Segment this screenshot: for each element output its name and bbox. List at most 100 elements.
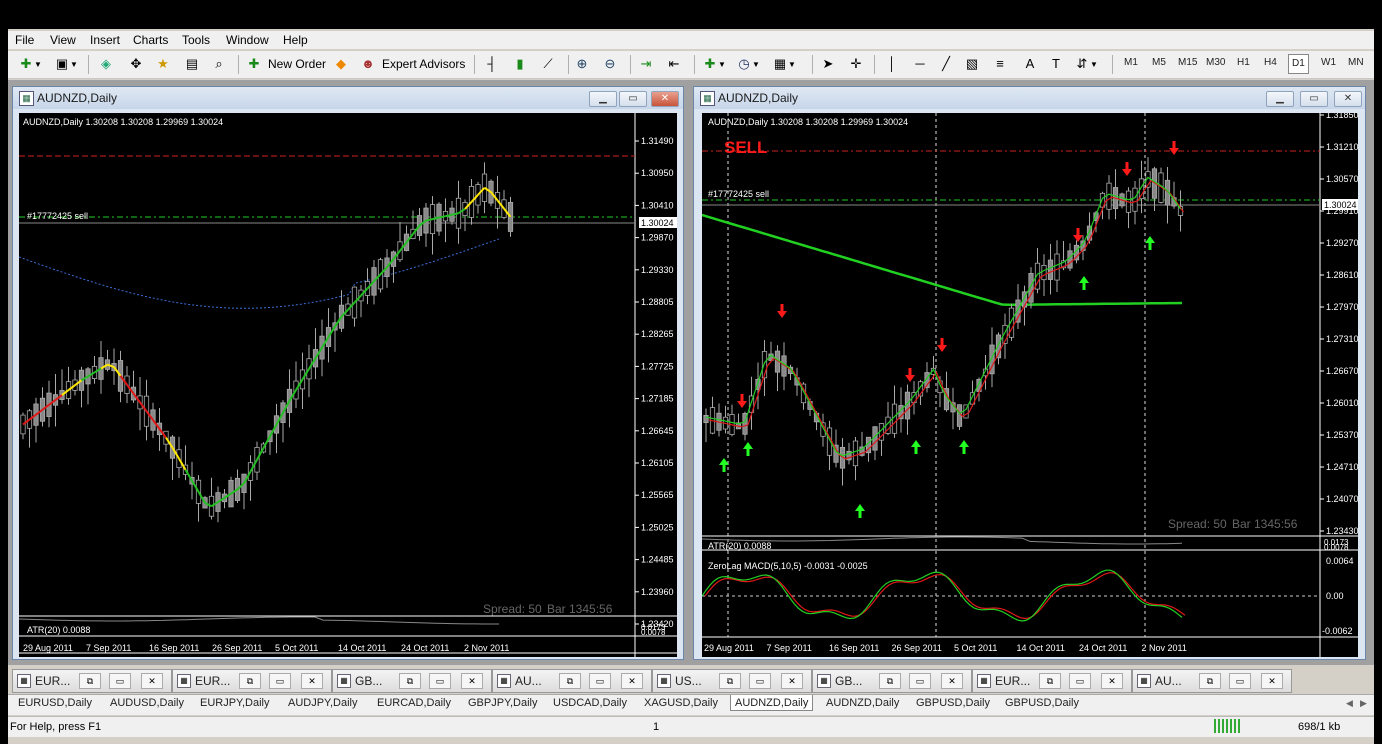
close-button[interactable]: ✕ <box>1101 673 1123 689</box>
menu-tools[interactable]: Tools <box>182 33 210 47</box>
menu-view[interactable]: View <box>50 33 76 47</box>
symbol-tab[interactable]: XAGUSD,Daily <box>644 697 718 709</box>
maximize-button[interactable]: ▭ <box>429 673 451 689</box>
window-tab[interactable]: ▦ AU... ⧉ ▭ ✕ <box>1132 669 1292 693</box>
close-button[interactable]: ✕ <box>651 91 679 107</box>
new-chart-button[interactable]: ✚ ▼ <box>18 54 42 74</box>
chart-canvas-left[interactable]: 1.31490 1.30950 1.30410 1.29870 1.29330 1.288… <box>19 113 677 657</box>
window-tab[interactable]: ▦ EUR... ⧉ ▭ ✕ <box>172 669 332 693</box>
label-button[interactable]: T <box>1048 54 1064 74</box>
zoom-out-button[interactable]: ⊖ <box>602 54 618 74</box>
window-tab[interactable]: ▦ GB... ⧉ ▭ ✕ <box>332 669 492 693</box>
bar-chart-button[interactable]: ┤ <box>484 54 500 74</box>
terminal-button[interactable]: ▤ <box>184 54 200 74</box>
expert-advisors-button[interactable]: ☻ Expert Advisors <box>360 54 465 74</box>
symbol-tab[interactable]: EURCAD,Daily <box>377 697 451 709</box>
menu-charts[interactable]: Charts <box>133 33 168 47</box>
menu-insert[interactable]: Insert <box>90 33 120 47</box>
restore-button[interactable]: ⧉ <box>399 673 421 689</box>
tester-button[interactable]: ⌕ <box>211 54 227 74</box>
window-tab[interactable]: ▦ EUR... ⧉ ▭ ✕ <box>12 669 172 693</box>
maximize-button[interactable]: ▭ <box>589 673 611 689</box>
close-button[interactable]: ✕ <box>621 673 643 689</box>
text-button[interactable]: A <box>1022 54 1038 74</box>
restore-button[interactable]: ⧉ <box>559 673 581 689</box>
tf-h1[interactable]: H1 <box>1237 57 1250 68</box>
restore-button[interactable]: ⧉ <box>719 673 741 689</box>
symbol-tab[interactable]: GBPJPY,Daily <box>468 697 538 709</box>
favorites-button[interactable]: ★ <box>155 54 171 74</box>
fibo-button[interactable]: ≡ <box>992 54 1008 74</box>
window-titlebar[interactable]: ▦ AUDNZD,Daily ▁ ▭ ✕ <box>13 87 683 109</box>
channel-button[interactable]: ▧ <box>964 54 980 74</box>
crosshair-nav-button[interactable]: ✥ <box>128 54 144 74</box>
symbol-tab[interactable]: USDCAD,Daily <box>553 697 627 709</box>
templates-button[interactable]: ▦ ▼ <box>772 54 796 74</box>
maximize-button[interactable]: ▭ <box>1300 91 1328 107</box>
maximize-button[interactable]: ▭ <box>109 673 131 689</box>
tf-h4[interactable]: H4 <box>1264 57 1277 68</box>
chart-window-left[interactable]: ▦ AUDNZD,Daily ▁ ▭ ✕ 1.31490 1.30950 1.304… <box>12 86 684 660</box>
symbol-tab[interactable]: AUDNZD,Daily <box>826 697 899 709</box>
tab-scroll-right[interactable]: ▶ <box>1360 698 1367 709</box>
symbol-tab[interactable]: AUDNZD,Daily <box>730 695 814 711</box>
metaeditor-button[interactable]: ◆ <box>333 54 349 74</box>
window-titlebar[interactable]: ▦ AUDNZD,Daily ▁ ▭ ✕ <box>694 87 1365 109</box>
periods-button[interactable]: ◷ ▼ <box>736 54 760 74</box>
maximize-button[interactable]: ▭ <box>1069 673 1091 689</box>
market-watch-button[interactable]: ◈ <box>98 54 114 74</box>
tf-m30[interactable]: M30 <box>1206 57 1225 68</box>
symbol-tab[interactable]: AUDJPY,Daily <box>288 697 358 709</box>
indicators-button[interactable]: ✚ ▼ <box>702 54 726 74</box>
maximize-button[interactable]: ▭ <box>269 673 291 689</box>
trendline-button[interactable]: ╱ <box>938 54 954 74</box>
maximize-button[interactable]: ▭ <box>1229 673 1251 689</box>
tf-m15[interactable]: M15 <box>1178 57 1197 68</box>
window-tab[interactable]: ▦ EUR... ⧉ ▭ ✕ <box>972 669 1132 693</box>
restore-button[interactable]: ⧉ <box>1199 673 1221 689</box>
close-button[interactable]: ✕ <box>1334 91 1362 107</box>
restore-button[interactable]: ⧉ <box>879 673 901 689</box>
menu-file[interactable]: File <box>15 33 34 47</box>
maximize-button[interactable]: ▭ <box>619 91 647 107</box>
chart-shift-button[interactable]: ⇤ <box>666 54 682 74</box>
minimize-button[interactable]: ▁ <box>1266 91 1294 107</box>
autoscroll-button[interactable]: ⇥ <box>638 54 654 74</box>
restore-button[interactable]: ⧉ <box>239 673 261 689</box>
arrows-button[interactable]: ⇵ ▼ <box>1074 54 1098 74</box>
close-button[interactable]: ✕ <box>1261 673 1283 689</box>
zoom-in-button[interactable]: ⊕ <box>574 54 590 74</box>
close-button[interactable]: ✕ <box>141 673 163 689</box>
maximize-button[interactable]: ▭ <box>909 673 931 689</box>
restore-button[interactable]: ⧉ <box>1039 673 1061 689</box>
symbol-tab[interactable]: GBPUSD,Daily <box>916 697 990 709</box>
crosshair-button[interactable]: ✛ <box>848 54 864 74</box>
tab-scroll-left[interactable]: ◀ <box>1346 698 1353 709</box>
new-order-button[interactable]: ✚ New Order <box>246 54 326 74</box>
minimize-button[interactable]: ▁ <box>589 91 617 107</box>
line-chart-button[interactable]: ⟋ <box>540 54 556 74</box>
candle-chart-button[interactable]: ▮ <box>512 54 528 74</box>
chart-canvas-right[interactable]: 1.31850 1.31210 1.30570 1.29910 1.29270 1.286… <box>702 113 1358 657</box>
tf-m1[interactable]: M1 <box>1124 57 1138 68</box>
tf-mn[interactable]: MN <box>1348 57 1364 68</box>
tf-m5[interactable]: M5 <box>1152 57 1166 68</box>
window-tab[interactable]: ▦ AU... ⧉ ▭ ✕ <box>492 669 652 693</box>
profiles-button[interactable]: ▣ ▼ <box>54 54 78 74</box>
menu-window[interactable]: Window <box>226 33 269 47</box>
close-button[interactable]: ✕ <box>301 673 323 689</box>
symbol-tab[interactable]: GBPUSD,Daily <box>1005 697 1079 709</box>
chart-window-right[interactable]: ▦ AUDNZD,Daily ▁ ▭ ✕ 1.31850 1.31210 1.305… <box>693 86 1366 660</box>
menu-help[interactable]: Help <box>283 33 308 47</box>
cursor-button[interactable]: ➤ <box>820 54 836 74</box>
window-tab[interactable]: ▦ GB... ⧉ ▭ ✕ <box>812 669 972 693</box>
window-tab[interactable]: ▦ US... ⧉ ▭ ✕ <box>652 669 812 693</box>
vline-button[interactable]: │ <box>884 54 900 74</box>
hline-button[interactable]: ─ <box>912 54 928 74</box>
close-button[interactable]: ✕ <box>781 673 803 689</box>
close-button[interactable]: ✕ <box>941 673 963 689</box>
maximize-button[interactable]: ▭ <box>749 673 771 689</box>
symbol-tab[interactable]: EURJPY,Daily <box>200 697 270 709</box>
symbol-tab[interactable]: EURUSD,Daily <box>18 697 92 709</box>
tf-d1[interactable]: D1 <box>1288 54 1309 74</box>
